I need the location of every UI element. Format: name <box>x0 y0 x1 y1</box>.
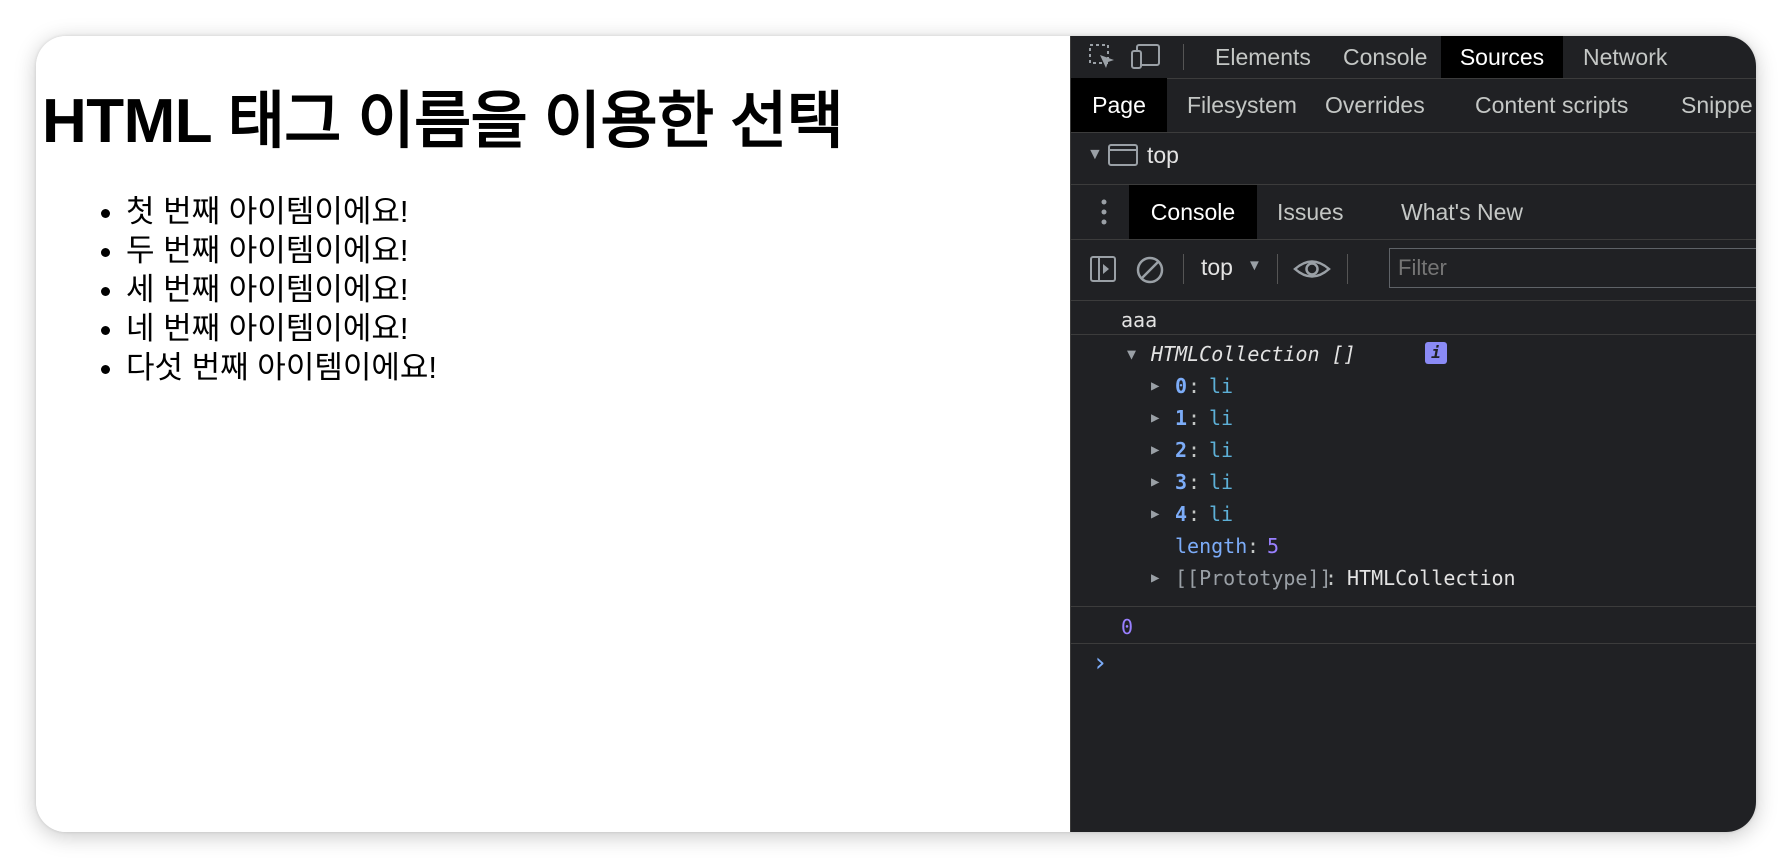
prototype-property[interactable]: ▶ [[Prototype]] : HTMLCollection <box>1071 566 1756 594</box>
entry-index: 3 <box>1175 470 1188 494</box>
prototype-value: HTMLCollection <box>1347 566 1516 590</box>
clear-console-icon[interactable] <box>1135 255 1165 290</box>
tree-item-top[interactable]: top <box>1147 142 1179 169</box>
console-filter-input[interactable] <box>1389 248 1756 288</box>
tab-overrides[interactable]: Overrides <box>1305 78 1445 132</box>
frame-icon <box>1107 142 1139 173</box>
context-selector[interactable]: top <box>1201 254 1233 281</box>
divider <box>1347 254 1348 284</box>
devtools-main-tabbar: Elements Console Sources Network <box>1071 36 1756 79</box>
entry-index: 4 <box>1175 502 1188 526</box>
expand-arrow-icon[interactable]: ▶ <box>1151 378 1159 394</box>
colon: : <box>1188 470 1201 494</box>
entry-value[interactable]: li <box>1209 470 1233 494</box>
drawer-tab-whats-new[interactable]: What's New <box>1381 185 1543 239</box>
tab-elements[interactable]: Elements <box>1195 36 1331 78</box>
collection-entry[interactable]: ▶ 3 : li <box>1071 470 1756 498</box>
collection-entry[interactable]: ▶ 2 : li <box>1071 438 1756 466</box>
collection-header[interactable]: ▼ HTMLCollection [] i <box>1071 342 1756 370</box>
eye-icon[interactable] <box>1293 256 1331 287</box>
screen: HTML 태그 이름을 이용한 선택 첫 번째 아이템이에요! 두 번째 아이템… <box>0 0 1792 868</box>
divider <box>1277 254 1278 284</box>
expand-arrow-icon[interactable]: ▶ <box>1151 570 1159 586</box>
chevron-down-icon[interactable]: ▼ <box>1247 257 1262 274</box>
item-list: 첫 번째 아이템이에요! 두 번째 아이템이에요! 세 번째 아이템이에요! 네… <box>86 192 437 387</box>
list-item: 두 번째 아이템이에요! <box>126 231 437 270</box>
inspect-element-icon[interactable] <box>1087 42 1117 77</box>
expand-arrow-icon[interactable]: ▼ <box>1087 146 1103 164</box>
devtools-panel: Elements Console Sources Network Page Fi… <box>1070 36 1756 832</box>
length-property: length : 5 <box>1071 534 1756 562</box>
device-toolbar-icon[interactable] <box>1129 42 1163 77</box>
info-icon[interactable]: i <box>1425 342 1447 364</box>
list-item: 네 번째 아이템이에요! <box>126 309 437 348</box>
tab-sources[interactable]: Sources <box>1441 36 1563 78</box>
console-toolbar: top ▼ <box>1071 238 1756 301</box>
divider <box>1183 44 1184 70</box>
drawer-tabbar: Console Issues What's New <box>1071 184 1756 240</box>
colon: : <box>1188 438 1201 462</box>
collection-entry[interactable]: ▶ 1 : li <box>1071 406 1756 434</box>
colon: : <box>1188 374 1201 398</box>
page-heading: HTML 태그 이름을 이용한 선택 <box>42 87 844 156</box>
list-item: 첫 번째 아이템이에요! <box>126 192 437 231</box>
entry-value[interactable]: li <box>1209 406 1233 430</box>
list-item: 다섯 번째 아이템이에요! <box>126 348 437 387</box>
drawer-tab-console[interactable]: Console <box>1129 185 1257 239</box>
expand-arrow-icon[interactable]: ▶ <box>1151 410 1159 426</box>
length-key: length <box>1175 534 1248 558</box>
colon: : <box>1325 566 1338 590</box>
divider <box>1183 254 1184 284</box>
collection-entry[interactable]: ▶ 4 : li <box>1071 502 1756 530</box>
prompt-chevron-icon: › <box>1095 648 1106 678</box>
entry-index: 0 <box>1175 374 1188 398</box>
sources-tree: ▼ top <box>1071 132 1756 184</box>
expand-arrow-icon[interactable]: ▶ <box>1151 474 1159 490</box>
drawer-tab-issues[interactable]: Issues <box>1257 185 1363 239</box>
prototype-key: [[Prototype]] <box>1175 566 1332 590</box>
entry-value[interactable]: li <box>1209 438 1233 462</box>
console-prompt[interactable]: › <box>1071 646 1756 686</box>
tab-console[interactable]: Console <box>1323 36 1447 78</box>
list-item: 세 번째 아이템이에요! <box>126 270 437 309</box>
tab-filesystem[interactable]: Filesystem <box>1167 78 1317 132</box>
tab-network[interactable]: Network <box>1563 36 1687 78</box>
result-value: 0 <box>1121 615 1134 639</box>
collection-label: HTMLCollection [] <box>1151 342 1356 366</box>
console-result-entry: 0 <box>1071 607 1756 644</box>
collapse-arrow-icon[interactable]: ▼ <box>1127 345 1136 363</box>
colon: : <box>1247 534 1260 558</box>
entry-value[interactable]: li <box>1209 502 1233 526</box>
page-viewport: HTML 태그 이름을 이용한 선택 첫 번째 아이템이에요! 두 번째 아이템… <box>36 36 1070 832</box>
sources-subtabbar: Page Filesystem Overrides Content script… <box>1071 78 1756 133</box>
collection-entry[interactable]: ▶ 0 : li <box>1071 374 1756 402</box>
tab-snippets[interactable]: Snippe <box>1661 78 1756 132</box>
entry-value[interactable]: li <box>1209 374 1233 398</box>
entry-index: 2 <box>1175 438 1188 462</box>
length-value: 5 <box>1267 534 1280 558</box>
tab-content-scripts[interactable]: Content scripts <box>1455 78 1648 132</box>
tab-page[interactable]: Page <box>1071 78 1167 132</box>
browser-window: HTML 태그 이름을 이용한 선택 첫 번째 아이템이에요! 두 번째 아이템… <box>36 36 1756 832</box>
expand-arrow-icon[interactable]: ▶ <box>1151 506 1159 522</box>
colon: : <box>1188 406 1201 430</box>
entry-index: 1 <box>1175 406 1188 430</box>
console-log-entry: aaa <box>1071 300 1756 335</box>
log-text: aaa <box>1121 308 1158 332</box>
expand-arrow-icon[interactable]: ▶ <box>1151 442 1159 458</box>
more-vert-icon[interactable] <box>1101 199 1107 230</box>
colon: : <box>1188 502 1201 526</box>
sidebar-toggle-icon[interactable] <box>1089 255 1117 288</box>
